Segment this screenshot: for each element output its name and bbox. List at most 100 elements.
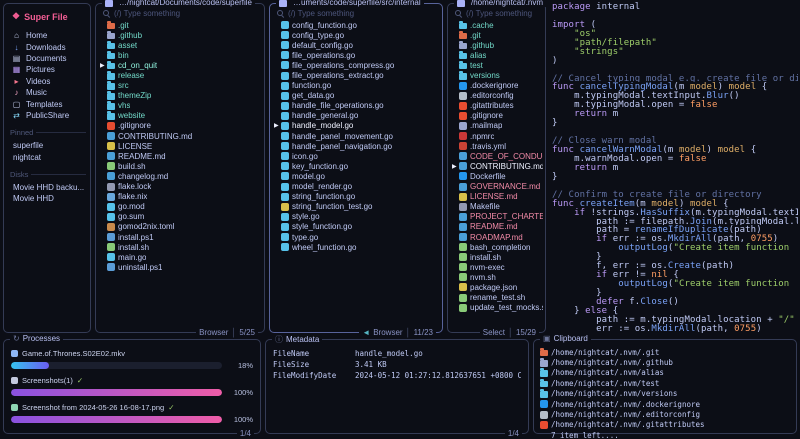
app-title-row: ❖ Super File bbox=[4, 4, 90, 22]
file-row[interactable]: flake.nix bbox=[98, 192, 262, 202]
sidebar-item[interactable]: ↓ Downloads bbox=[4, 41, 90, 52]
file-row[interactable]: wheel_function.go bbox=[272, 242, 440, 252]
file-row[interactable]: versions bbox=[450, 70, 543, 80]
file-row[interactable]: model_render.go bbox=[272, 182, 440, 192]
file-row[interactable]: GOVERNANCE.md bbox=[450, 182, 543, 192]
file-row[interactable]: .npmrc bbox=[450, 131, 543, 141]
file-row[interactable]: bin bbox=[98, 50, 262, 60]
file-row[interactable]: file_operations_compress.go bbox=[272, 60, 440, 70]
file-row[interactable]: handle_panel_movement.go bbox=[272, 131, 440, 141]
file-row[interactable]: key_function.go bbox=[272, 161, 440, 171]
progress-track bbox=[11, 362, 222, 369]
pinned-item[interactable]: superfile bbox=[4, 140, 90, 151]
sidebar-item[interactable]: ▸ Videos bbox=[4, 76, 90, 87]
sidebar-item[interactable]: ▢ Templates bbox=[4, 98, 90, 109]
file-row[interactable]: .git bbox=[450, 30, 543, 40]
file-panel-1[interactable]: …/nightcat/Documents/code/superfile (/) … bbox=[95, 3, 265, 333]
file-row[interactable]: gomod2nix.toml bbox=[98, 222, 262, 232]
process-file-icon bbox=[11, 404, 18, 411]
file-row[interactable]: get_data.go bbox=[272, 91, 440, 101]
file-row[interactable]: config_function.go bbox=[272, 20, 440, 30]
file-row[interactable]: ▶ handle_model.go bbox=[272, 121, 440, 131]
file-row[interactable]: main.go bbox=[98, 252, 262, 262]
file-row[interactable]: handle_general.go bbox=[272, 111, 440, 121]
file-row[interactable]: flake.lock bbox=[98, 182, 262, 192]
disk-item[interactable]: Movie HHD backu... bbox=[4, 182, 90, 193]
file-row[interactable]: release bbox=[98, 70, 262, 80]
file-row[interactable]: ▶ CONTRIBUTING.md bbox=[450, 161, 543, 171]
pinned-item[interactable]: nightcat bbox=[4, 152, 90, 163]
disk-item[interactable]: Movie HHD bbox=[4, 193, 90, 204]
file-row[interactable]: .mailmap bbox=[450, 121, 543, 131]
file-row[interactable]: package.json bbox=[450, 282, 543, 292]
file-panel-3[interactable]: /home/nightcat/.nvm (/) Type something .… bbox=[447, 3, 546, 333]
file-row[interactable]: style_function.go bbox=[272, 222, 440, 232]
file-row[interactable]: nvm.sh bbox=[450, 272, 543, 282]
file-row[interactable]: string_function_test.go bbox=[272, 202, 440, 212]
file-row[interactable]: rename_test.sh bbox=[450, 293, 543, 303]
file-row[interactable]: themeZip bbox=[98, 91, 262, 101]
superfile-app: ❖ Super File ⌂ Home ↓ Downloads ▤ Docume… bbox=[0, 0, 800, 439]
file-row[interactable]: string_function.go bbox=[272, 192, 440, 202]
file-panel-2-title: …uments/code/superfile/src/internal bbox=[276, 0, 424, 7]
file-row[interactable]: README.md bbox=[450, 222, 543, 232]
file-row[interactable]: CONTRIBUTING.md bbox=[98, 131, 262, 141]
file-row[interactable]: Dockerfile bbox=[450, 171, 543, 181]
file-row[interactable]: go.sum bbox=[98, 212, 262, 222]
file-row[interactable]: nvm-exec bbox=[450, 262, 543, 272]
file-row[interactable]: install.sh bbox=[450, 252, 543, 262]
file-row[interactable]: .gitignore bbox=[98, 121, 262, 131]
file-name: flake.nix bbox=[118, 192, 147, 201]
file-row[interactable]: CODE_OF_CONDUCT.md bbox=[450, 151, 543, 161]
file-row[interactable]: type.go bbox=[272, 232, 440, 242]
file-row[interactable]: alias bbox=[450, 50, 543, 60]
file-row[interactable]: test bbox=[450, 60, 543, 70]
file-row[interactable]: PROJECT_CHARTER.md bbox=[450, 212, 543, 222]
file-row[interactable]: go.mod bbox=[98, 202, 262, 212]
file-row[interactable]: README.md bbox=[98, 151, 262, 161]
file-row[interactable]: ▶ cd_on_quit bbox=[98, 60, 262, 70]
file-row[interactable]: .gitignore bbox=[450, 111, 543, 121]
file-row[interactable]: update_test_mocks.sh bbox=[450, 303, 543, 313]
file-row[interactable]: LICENSE.md bbox=[450, 192, 543, 202]
file-row[interactable]: .travis.yml bbox=[450, 141, 543, 151]
file-row[interactable]: .git bbox=[98, 20, 262, 30]
file-row[interactable]: asset bbox=[98, 40, 262, 50]
file-row[interactable]: icon.go bbox=[272, 151, 440, 161]
file-row[interactable]: changelog.md bbox=[98, 171, 262, 181]
sidebar-item[interactable]: ⇄ PublicShare bbox=[4, 110, 90, 121]
file-row[interactable]: bash_completion bbox=[450, 242, 543, 252]
file-row[interactable]: uninstall.ps1 bbox=[98, 262, 262, 272]
file-row[interactable]: .github bbox=[450, 40, 543, 50]
file-row[interactable]: style.go bbox=[272, 212, 440, 222]
file-row[interactable]: handle_panel_navigation.go bbox=[272, 141, 440, 151]
file-row[interactable]: Makefile bbox=[450, 202, 543, 212]
file-row[interactable]: handle_file_operations.go bbox=[272, 101, 440, 111]
file-row[interactable]: .dockerignore bbox=[450, 81, 543, 91]
sidebar-item[interactable]: ▤ Documents bbox=[4, 53, 90, 64]
file-row[interactable]: website bbox=[98, 111, 262, 121]
sidebar-item[interactable]: ⌂ Home bbox=[4, 30, 90, 41]
file-row[interactable]: file_operations.go bbox=[272, 50, 440, 60]
file-row[interactable]: model.go bbox=[272, 171, 440, 181]
file-row[interactable]: install.ps1 bbox=[98, 232, 262, 242]
file-row[interactable]: .cache bbox=[450, 20, 543, 30]
sidebar-item[interactable]: ♪ Music bbox=[4, 87, 90, 98]
file-row[interactable]: function.go bbox=[272, 81, 440, 91]
file-row[interactable]: src bbox=[98, 81, 262, 91]
file-row[interactable]: vhs bbox=[98, 101, 262, 111]
file-row[interactable]: LICENSE bbox=[98, 141, 262, 151]
process-file-icon bbox=[11, 350, 18, 357]
file-row[interactable]: ROADMAP.md bbox=[450, 232, 543, 242]
file-panel-2[interactable]: …uments/code/superfile/src/internal (/) … bbox=[269, 3, 443, 333]
file-row[interactable]: default_config.go bbox=[272, 40, 440, 50]
file-row[interactable]: build.sh bbox=[98, 161, 262, 171]
file-row[interactable]: file_operations_extract.go bbox=[272, 70, 440, 80]
file-row[interactable]: .gitattributes bbox=[450, 101, 543, 111]
file-row[interactable]: .github bbox=[98, 30, 262, 40]
file-row[interactable]: .editorconfig bbox=[450, 91, 543, 101]
sidebar-item[interactable]: ▦ Pictures bbox=[4, 64, 90, 75]
file-row[interactable]: install.sh bbox=[98, 242, 262, 252]
file-row[interactable]: config_type.go bbox=[272, 30, 440, 40]
disk-item-label: Movie HHD bbox=[13, 194, 54, 203]
